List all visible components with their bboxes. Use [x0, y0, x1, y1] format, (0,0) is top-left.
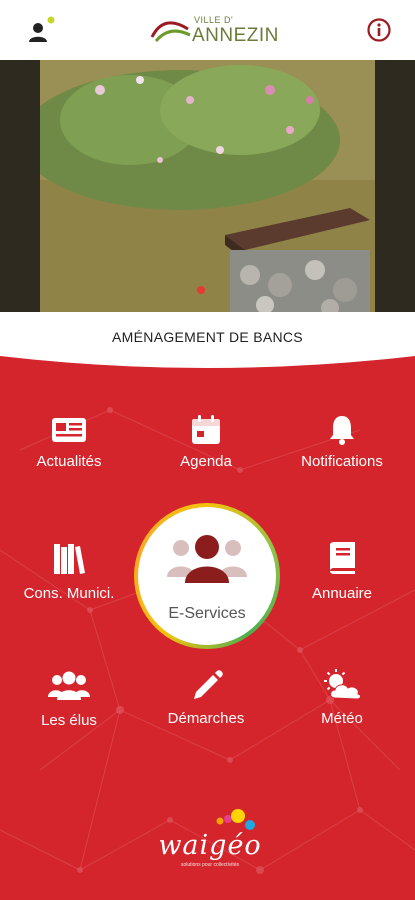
menu-actualites[interactable]: Actualités — [9, 415, 129, 485]
info-icon — [367, 18, 391, 42]
eservices-label: E-Services — [168, 605, 246, 622]
menu-cons-munici-label: Cons. Munici. — [23, 585, 115, 602]
eservices-circle: E-Services — [138, 507, 276, 645]
panel-curve — [0, 350, 415, 368]
brand-tagline: solutions pour collectivités — [180, 862, 240, 868]
book-icon — [330, 542, 355, 574]
waigeo-logo: waigéo solutions pour collectivités — [150, 808, 270, 870]
menu-agenda[interactable]: Agenda — [146, 413, 266, 483]
bell-icon — [330, 416, 354, 445]
sun-cloud-icon — [324, 669, 361, 700]
menu-cons-munici[interactable]: Cons. Munici. — [9, 541, 129, 611]
menu-les-elus-label: Les élus — [41, 712, 97, 729]
profile-icon — [29, 16, 55, 42]
profile-button[interactable] — [22, 14, 56, 46]
menu-actualites-label: Actualités — [36, 453, 102, 470]
news-photo — [40, 60, 375, 312]
logo-name: ANNEZIN — [192, 25, 279, 46]
menu-meteo-label: Météo — [321, 710, 363, 727]
pencil-icon — [194, 670, 223, 699]
menu-demarches[interactable]: Démarches — [146, 668, 266, 738]
menu-demarches-label: Démarches — [167, 710, 245, 727]
people-icon — [48, 671, 90, 700]
books-icon — [54, 544, 85, 574]
logo-prefix: VILLE D' — [194, 15, 234, 25]
menu-annuaire[interactable]: Annuaire — [282, 541, 402, 611]
menu-les-elus[interactable]: Les élus — [9, 670, 129, 740]
calendar-icon — [192, 415, 220, 444]
app-header: VILLE D' ANNEZIN — [0, 0, 415, 60]
logo-emblem-icon — [150, 21, 191, 43]
menu-agenda-label: Agenda — [180, 453, 232, 470]
menu-annuaire-label: Annuaire — [311, 585, 373, 602]
eservices-button[interactable]: E-Services — [134, 503, 280, 649]
news-carousel[interactable] — [0, 60, 415, 312]
group-icon — [167, 535, 247, 583]
menu-notifications[interactable]: Notifications — [282, 413, 402, 483]
brand-name: waigéo — [158, 830, 262, 861]
newspaper-icon — [52, 418, 86, 442]
carousel-indicator[interactable] — [197, 286, 205, 294]
city-logo: VILLE D' ANNEZIN — [150, 12, 278, 48]
menu-meteo[interactable]: Météo — [282, 668, 402, 738]
info-button[interactable] — [366, 17, 392, 43]
menu-notifications-label: Notifications — [301, 453, 383, 470]
